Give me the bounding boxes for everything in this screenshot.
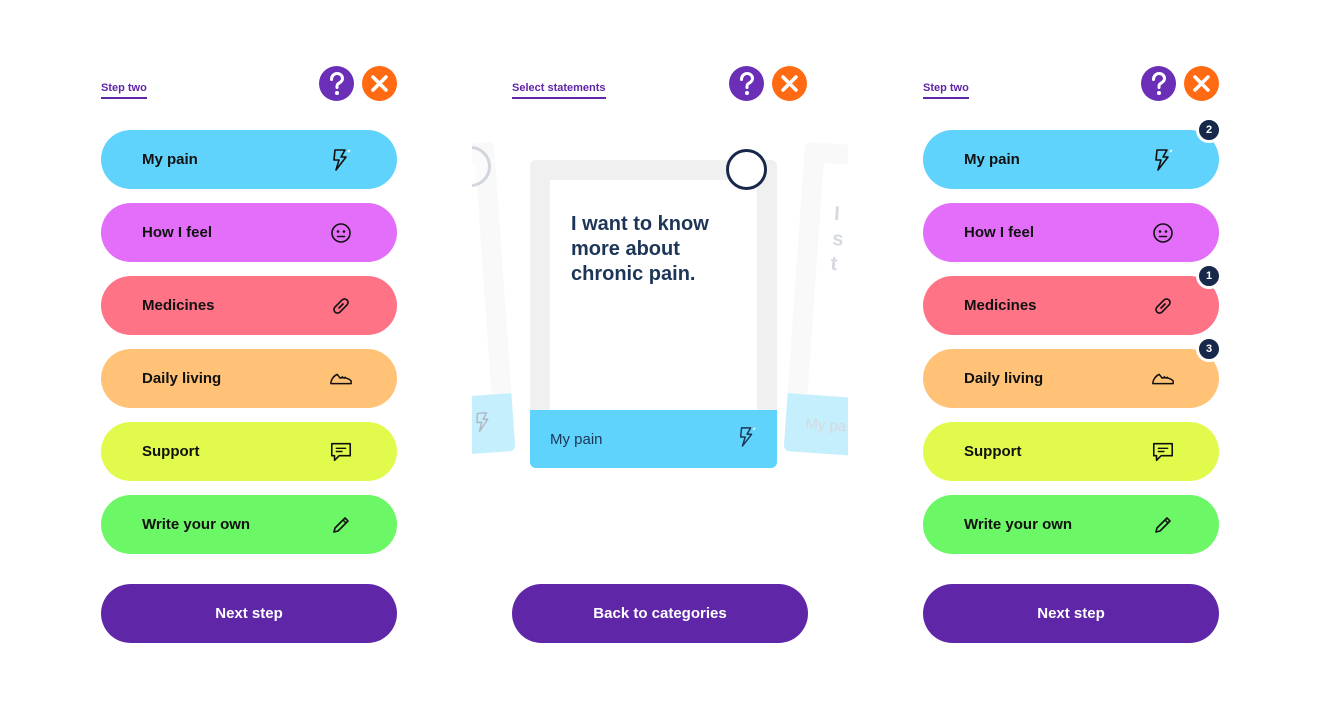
category-label: Daily living [142,370,222,387]
next-step-button[interactable]: Next step [923,584,1219,643]
category-label: My pain [964,151,1020,168]
statement-carousel[interactable]: I s t My pa I want to know more about ch… [472,130,848,480]
lightning-icon [473,410,495,438]
breadcrumb[interactable]: Step two [923,82,969,99]
category-label: Medicines [964,297,1037,314]
help-button[interactable] [319,66,354,101]
category-support[interactable]: Support [923,422,1219,481]
pencil-icon [1151,513,1175,537]
screen-step-two: Step two My pain How I feel Medicines Da… [101,0,397,720]
category-write-your-own[interactable]: Write your own [101,495,397,554]
close-button[interactable] [362,66,397,101]
category-support[interactable]: Support [101,422,397,481]
category-label: How I feel [142,224,213,241]
category-label: Support [964,443,1022,460]
category-label: Daily living [964,370,1044,387]
category-how-i-feel[interactable]: How I feel [923,203,1219,262]
pill-icon [329,294,353,318]
category-label: Write your own [142,516,251,533]
breadcrumb[interactable]: Step two [101,82,147,99]
shoe-icon [1151,367,1175,391]
back-to-categories-button[interactable]: Back to categories [512,584,808,643]
next-statement-card[interactable]: I s t My pa [783,141,848,469]
category-medicines[interactable]: Medicines [101,276,397,335]
category-label: My pain [142,151,198,168]
next-step-button[interactable]: Next step [101,584,397,643]
face-icon [329,221,353,245]
screen-step-two-selected: Step two My pain 2 How I feel Medicines … [923,0,1222,720]
category-my-pain[interactable]: My pain [923,130,1219,189]
category-label: Medicines [142,297,215,314]
face-icon [1151,221,1175,245]
speech-bubble-icon [329,440,353,464]
close-icon [781,75,798,92]
lightning-icon [329,148,353,172]
close-icon [1193,75,1210,92]
card-footer [472,393,516,469]
category-how-i-feel[interactable]: How I feel [101,203,397,262]
pencil-icon [329,513,353,537]
lightning-icon [1151,148,1175,172]
selection-count-badge: 1 [1196,263,1222,289]
question-mark-icon [740,71,755,95]
card-category-label: My pa [804,414,847,435]
card-footer: My pa [783,393,848,469]
statement-card[interactable]: I want to know more about chronic pain. … [530,160,777,468]
card-statement: I s t [829,202,845,276]
category-label: Support [142,443,200,460]
category-medicines[interactable]: Medicines [923,276,1219,335]
speech-bubble-icon [1151,440,1175,464]
previous-statement-card[interactable] [472,141,516,469]
shoe-icon [329,367,353,391]
selection-count-badge: 2 [1196,117,1222,143]
close-button[interactable] [772,66,807,101]
category-daily-living[interactable]: Daily living [101,349,397,408]
category-label: Write your own [964,516,1073,533]
lightning-icon [737,426,757,453]
select-statement-ring[interactable] [726,149,767,190]
card-statement: I want to know more about chronic pain. [571,213,709,285]
screen-select-statements: Select statements I s t My pa I want to … [472,0,848,720]
close-icon [371,75,388,92]
card-footer: My pain [530,410,777,468]
help-button[interactable] [1141,66,1176,101]
help-button[interactable] [729,66,764,101]
category-write-your-own[interactable]: Write your own [923,495,1219,554]
category-daily-living[interactable]: Daily living [923,349,1219,408]
breadcrumb[interactable]: Select statements [512,82,606,99]
selection-count-badge: 3 [1196,336,1222,362]
question-mark-icon [1152,71,1167,95]
question-mark-icon [330,71,345,95]
close-button[interactable] [1184,66,1219,101]
category-my-pain[interactable]: My pain [101,130,397,189]
pill-icon [1151,294,1175,318]
category-label: How I feel [964,224,1035,241]
card-category-label: My pain [550,430,603,448]
